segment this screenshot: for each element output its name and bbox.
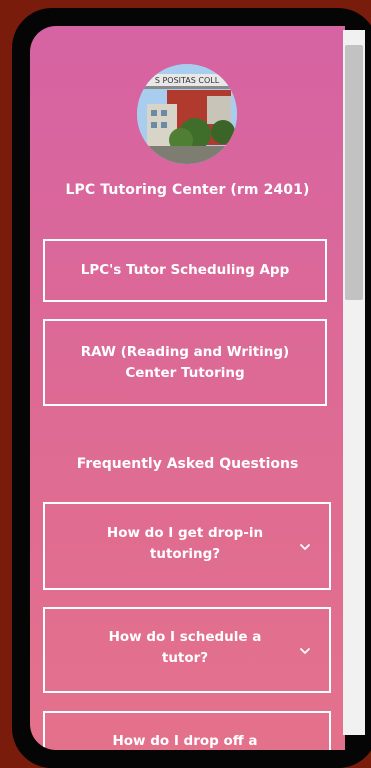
scrollbar-thumb[interactable] bbox=[345, 45, 363, 300]
profile-page: S POSITAS COLL LPC Tutoring Center (rm 2… bbox=[30, 26, 345, 750]
faq-question: How do I drop off a bbox=[112, 733, 258, 749]
faq-item-drop-in-tutoring[interactable]: How do I get drop-in tutoring? bbox=[43, 502, 331, 590]
chevron-down-icon bbox=[299, 749, 311, 750]
faq-item-schedule-a-tutor[interactable]: How do I schedule a tutor? bbox=[43, 607, 331, 693]
avatar-sign-text: S POSITAS COLL bbox=[155, 76, 220, 85]
chevron-down-icon bbox=[300, 544, 310, 550]
avatar-image: S POSITAS COLL bbox=[137, 64, 237, 164]
faq-question: How do I get drop-in tutoring? bbox=[106, 525, 264, 562]
chevron-down-icon bbox=[300, 648, 310, 654]
link-button-label: LPC's Tutor Scheduling App bbox=[80, 262, 290, 278]
avatar: S POSITAS COLL bbox=[137, 64, 237, 164]
profile-title: LPC Tutoring Center (rm 2401) bbox=[65, 182, 310, 198]
link-button-raw-center-tutoring[interactable]: RAW (Reading and Writing) Center Tutorin… bbox=[43, 319, 327, 406]
faq-heading: Frequently Asked Questions bbox=[76, 456, 299, 472]
faq-item-drop-off[interactable]: How do I drop off a bbox=[43, 711, 331, 750]
link-button-tutor-scheduling-app[interactable]: LPC's Tutor Scheduling App bbox=[43, 239, 327, 302]
faq-question: How do I schedule a tutor? bbox=[108, 629, 262, 666]
link-button-label: RAW (Reading and Writing) Center Tutorin… bbox=[80, 343, 290, 381]
